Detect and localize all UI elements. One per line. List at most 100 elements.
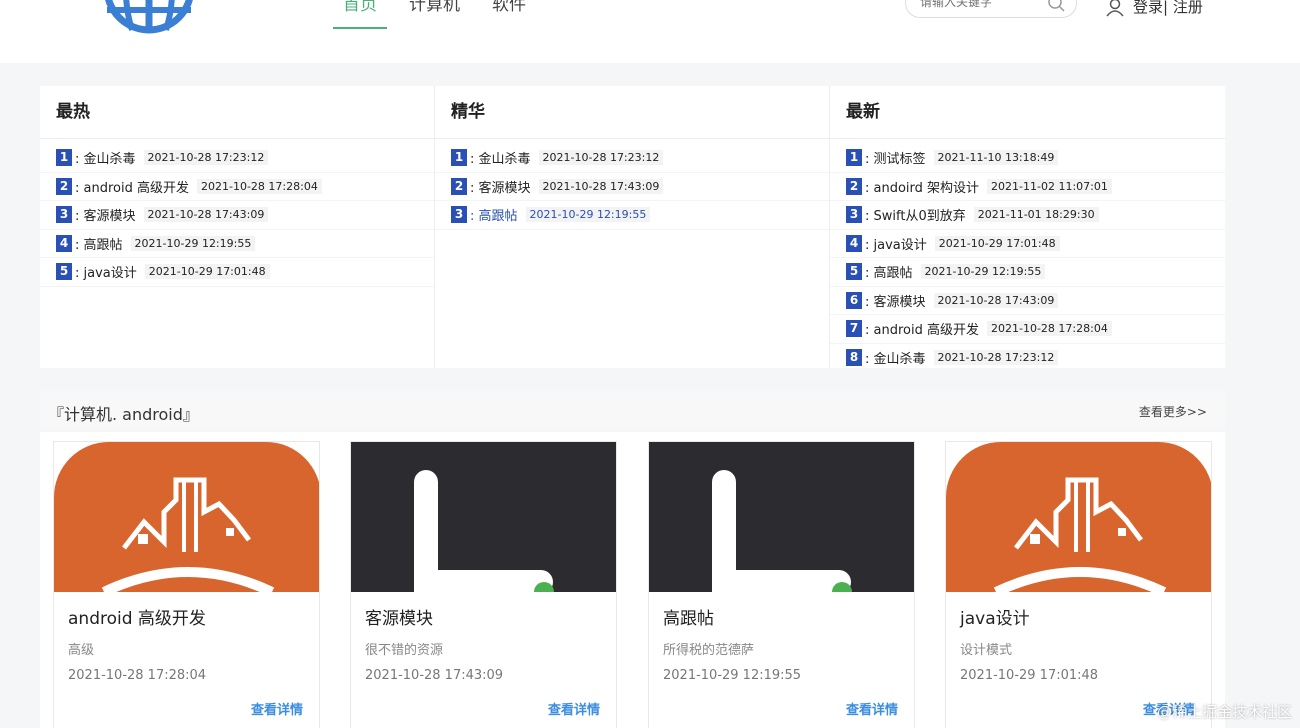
item-title[interactable]: : 客源模块 <box>470 177 531 196</box>
post-card[interactable]: android 高级开发 高级 2021-10-28 17:28:04 查看详情 <box>53 441 320 728</box>
login-register-link[interactable]: 登录| 注册 <box>1133 0 1203 17</box>
item-title[interactable]: : 金山杀毒 <box>75 148 136 167</box>
card-description: 所得税的范德萨 <box>663 643 755 658</box>
item-title[interactable]: : 高跟帖 <box>75 234 123 253</box>
card-title[interactable]: 客源模块 <box>365 604 433 629</box>
list-item[interactable]: 7: android 高级开发 2021-10-28 17:28:04 <box>830 315 1225 344</box>
list-item[interactable]: 6: 客源模块 2021-10-28 17:43:09 <box>830 287 1225 315</box>
rank-number: 2 <box>846 177 862 195</box>
panel-newest: 最新 1: 测试标签 2021-11-10 13:18:49 2: andoird… <box>830 86 1225 372</box>
rank-number: 3 <box>846 206 862 224</box>
item-time: 2021-10-28 17:23:12 <box>933 349 1059 365</box>
item-time: 2021-10-29 17:01:48 <box>144 264 270 280</box>
search-icon[interactable] <box>1046 0 1066 13</box>
item-title[interactable]: : 测试标签 <box>865 148 926 167</box>
item-time: 2021-10-29 12:19:55 <box>920 264 1046 280</box>
view-details-link[interactable]: 查看详情 <box>251 699 303 718</box>
card-title[interactable]: java设计 <box>960 604 1030 629</box>
item-title[interactable]: : 客源模块 <box>865 291 926 310</box>
rank-number: 1 <box>846 149 862 167</box>
list-item[interactable]: 2: 客源模块 2021-10-28 17:43:09 <box>435 173 829 201</box>
item-title[interactable]: : 高跟帖 <box>470 205 518 224</box>
item-time: 2021-10-28 17:43:09 <box>933 292 1059 308</box>
post-card[interactable]: 客源模块 很不错的资源 2021-10-28 17:43:09 查看详情 <box>350 441 617 728</box>
item-title[interactable]: : 客源模块 <box>75 205 136 224</box>
item-title[interactable]: : 金山杀毒 <box>470 148 531 167</box>
rank-list: 1: 测试标签 2021-11-10 13:18:49 2: andoird 架构… <box>830 139 1225 372</box>
post-card[interactable]: java设计 设计模式 2021-10-29 17:01:48 查看详情 <box>945 441 1212 728</box>
rank-list: 1: 金山杀毒 2021-10-28 17:23:12 2: 客源模块 2021-1… <box>435 139 829 230</box>
rank-number: 6 <box>846 291 862 309</box>
item-time: 2021-10-28 17:23:12 <box>538 150 664 166</box>
item-title[interactable]: : java设计 <box>865 234 927 253</box>
user-area: 登录| 注册 <box>1105 0 1203 17</box>
list-item[interactable]: 4: 高跟帖 2021-10-29 12:19:55 <box>40 230 434 258</box>
item-time: 2021-10-28 17:23:12 <box>143 150 269 166</box>
item-title[interactable]: : android 高级开发 <box>75 177 189 196</box>
panel-hottest: 最热 1: 金山杀毒 2021-10-28 17:23:12 2: android… <box>40 86 435 368</box>
list-item[interactable]: 2: android 高级开发 2021-10-28 17:28:04 <box>40 173 434 201</box>
card-date: 2021-10-29 17:01:48 <box>960 668 1099 683</box>
item-time: 2021-10-29 12:19:55 <box>525 207 651 223</box>
globe-logo-icon[interactable] <box>102 0 198 34</box>
nav-home[interactable]: 首页 <box>333 0 387 29</box>
item-title[interactable]: : android 高级开发 <box>865 319 979 338</box>
item-time: 2021-10-28 17:43:09 <box>538 178 664 194</box>
dark-l-icon[interactable] <box>649 442 914 592</box>
view-details-link[interactable]: 查看详情 <box>846 699 898 718</box>
nav-software[interactable]: 软件 <box>482 0 536 29</box>
list-item[interactable]: 1: 金山杀毒 2021-10-28 17:23:12 <box>435 144 829 173</box>
section-title: 『计算机. android』 <box>48 405 199 424</box>
panel-title: 最热 <box>40 86 434 139</box>
rank-list: 1: 金山杀毒 2021-10-28 17:23:12 2: android 高级… <box>40 139 434 287</box>
item-time: 2021-10-29 17:01:48 <box>934 235 1060 251</box>
item-title[interactable]: : 金山杀毒 <box>865 348 926 367</box>
card-grid: android 高级开发 高级 2021-10-28 17:28:04 查看详情… <box>40 432 1225 728</box>
list-item[interactable]: 5: java设计 2021-10-29 17:01:48 <box>40 258 434 287</box>
panel-title: 精华 <box>435 86 829 139</box>
item-time: 2021-11-10 13:18:49 <box>933 150 1059 166</box>
rank-number: 5 <box>846 263 862 281</box>
post-card[interactable]: 高跟帖 所得税的范德萨 2021-10-29 12:19:55 查看详情 <box>648 441 915 728</box>
item-title[interactable]: : andoird 架构设计 <box>865 177 979 196</box>
rank-number: 5 <box>56 263 72 281</box>
list-item[interactable]: 2: andoird 架构设计 2021-11-02 11:07:01 <box>830 173 1225 201</box>
orange-building-icon[interactable] <box>54 442 319 592</box>
list-item[interactable]: 5: 高跟帖 2021-10-29 12:19:55 <box>830 258 1225 287</box>
item-title[interactable]: : Swift从0到放弃 <box>865 205 966 224</box>
search-input[interactable] <box>920 0 1040 9</box>
card-title[interactable]: 高跟帖 <box>663 604 714 629</box>
card-description: 设计模式 <box>960 643 1013 658</box>
rank-number: 3 <box>56 206 72 224</box>
item-time: 2021-11-02 11:07:01 <box>987 178 1112 194</box>
card-description: 高级 <box>68 643 95 658</box>
ranking-panels: 最热 1: 金山杀毒 2021-10-28 17:23:12 2: android… <box>40 86 1225 372</box>
view-details-link[interactable]: 查看详情 <box>548 699 600 718</box>
watermark: @稀土掘金技术社区 <box>1156 703 1292 721</box>
list-item[interactable]: 3: Swift从0到放弃 2021-11-01 18:29:30 <box>830 201 1225 230</box>
list-item[interactable]: 3: 高跟帖 2021-10-29 12:19:55 <box>435 201 829 230</box>
card-date: 2021-10-28 17:43:09 <box>365 668 504 683</box>
rank-number: 2 <box>56 177 72 195</box>
list-item[interactable]: 3: 客源模块 2021-10-28 17:43:09 <box>40 201 434 230</box>
view-more-link[interactable]: 查看更多>> <box>1139 403 1207 420</box>
list-item[interactable]: 1: 金山杀毒 2021-10-28 17:23:12 <box>40 144 434 173</box>
list-item[interactable]: 4: java设计 2021-10-29 17:01:48 <box>830 230 1225 258</box>
list-item[interactable]: 8: 金山杀毒 2021-10-28 17:23:12 <box>830 344 1225 372</box>
item-title[interactable]: : java设计 <box>75 262 137 281</box>
list-item[interactable]: 1: 测试标签 2021-11-10 13:18:49 <box>830 144 1225 173</box>
nav-computer[interactable]: 计算机 <box>399 0 470 29</box>
rank-number: 1 <box>451 149 467 167</box>
dark-l-icon[interactable] <box>351 442 616 592</box>
rank-number: 2 <box>451 177 467 195</box>
item-time: 2021-10-29 12:19:55 <box>130 235 256 251</box>
panel-featured: 精华 1: 金山杀毒 2021-10-28 17:23:12 2: 客源模块 202… <box>435 86 830 368</box>
card-title[interactable]: android 高级开发 <box>68 604 206 629</box>
orange-building-icon[interactable] <box>946 442 1211 592</box>
rank-number: 4 <box>846 234 862 252</box>
item-time: 2021-10-28 17:28:04 <box>196 178 322 194</box>
item-time: 2021-10-28 17:43:09 <box>143 207 269 223</box>
search-box <box>905 0 1077 18</box>
card-description: 很不错的资源 <box>365 643 444 658</box>
item-title[interactable]: : 高跟帖 <box>865 262 913 281</box>
